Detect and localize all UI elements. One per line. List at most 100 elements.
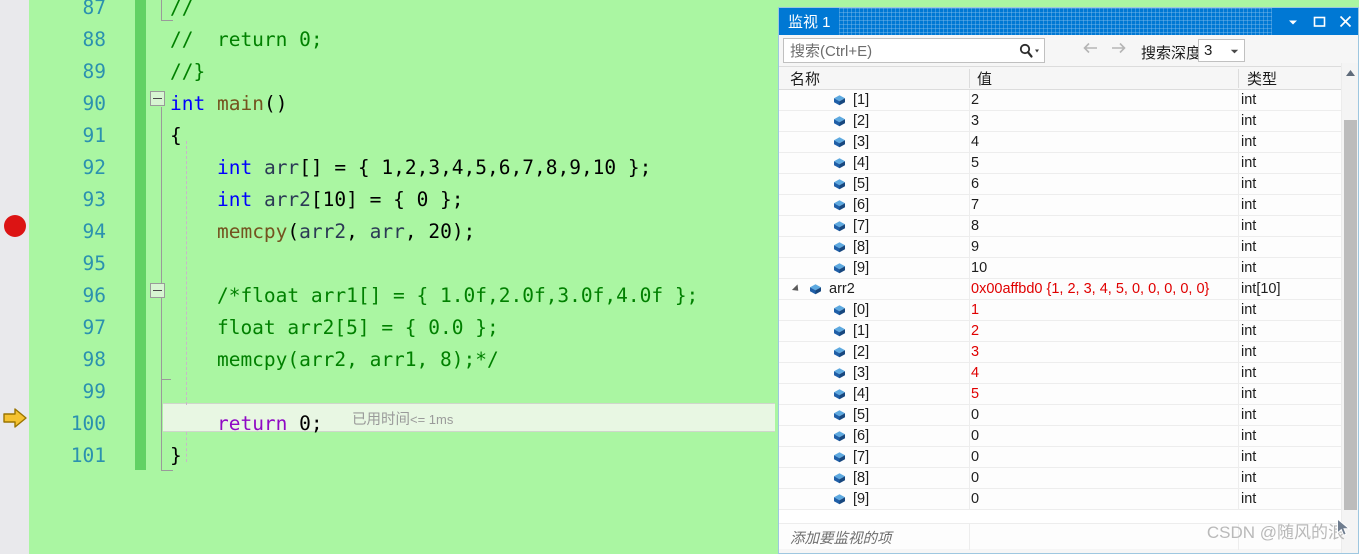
fold-toggle-main[interactable]	[150, 91, 165, 106]
watch-row-value[interactable]: 5	[971, 153, 979, 173]
watch-row-value[interactable]: 7	[971, 195, 979, 215]
watch-row-value[interactable]: 4	[971, 363, 979, 383]
code-text[interactable]: float arr2[5] = { 0.0 };	[170, 312, 499, 344]
watch-name-label: [1]	[853, 323, 870, 339]
watch-window[interactable]: 监视 1 搜索(Ctrl+E) 搜索深度: 3 名称 值 类型 [1] 2 in…	[778, 7, 1359, 554]
watch-row[interactable]: [7] 0 int	[779, 447, 1358, 468]
add-watch-row[interactable]: 添加要监视的项	[779, 523, 1358, 550]
line-number: 96	[82, 284, 106, 307]
column-divider	[969, 321, 970, 342]
line-number: 91	[82, 124, 106, 147]
watch-row-value[interactable]: 3	[971, 342, 979, 362]
watch-row[interactable]: [9] 10 int	[779, 258, 1358, 279]
watch-row-value[interactable]: 10	[971, 258, 987, 278]
watch-row[interactable]: [7] 8 int	[779, 216, 1358, 237]
watch-row[interactable]: [3] 4 int	[779, 132, 1358, 153]
maximize-icon[interactable]	[1306, 8, 1332, 35]
watch-row-value[interactable]: 4	[971, 132, 979, 152]
watch-row-type: int	[1241, 92, 1257, 108]
line-number: 94	[82, 220, 106, 243]
column-header-value[interactable]: 值	[977, 67, 992, 90]
watch-row[interactable]: [2] 3 int	[779, 111, 1358, 132]
line-number: 93	[82, 188, 106, 211]
code-text[interactable]: //}	[170, 56, 205, 88]
watch-row[interactable]: [9] 0 int	[779, 489, 1358, 510]
search-icon[interactable]	[1018, 43, 1040, 59]
expander-collapse-icon[interactable]	[791, 284, 802, 294]
column-divider	[969, 300, 970, 321]
code-text[interactable]: return 0;	[170, 408, 323, 440]
watch-row-value[interactable]: 0	[971, 405, 979, 425]
search-depth-select[interactable]: 3	[1198, 39, 1245, 62]
watch-row[interactable]: [1] 2 int	[779, 90, 1358, 111]
watch-row-value[interactable]: 3	[971, 111, 979, 131]
code-text[interactable]: {	[170, 120, 182, 152]
watch-row-value[interactable]: 2	[971, 321, 979, 341]
watch-row-type: int	[1241, 155, 1257, 171]
column-divider[interactable]	[1238, 69, 1239, 88]
watch-row[interactable]: [4] 5 int	[779, 384, 1358, 405]
watch-row[interactable]: [2] 3 int	[779, 342, 1358, 363]
scrollbar-thumb[interactable]	[1344, 120, 1357, 510]
column-divider	[969, 426, 970, 447]
code-text[interactable]: int main()	[170, 88, 287, 120]
close-icon[interactable]	[1332, 8, 1358, 35]
watch-row-type: int	[1241, 323, 1257, 339]
column-header-name[interactable]: 名称	[790, 67, 820, 90]
watch-row-value[interactable]: 0	[971, 447, 979, 467]
code-text[interactable]: //	[170, 0, 193, 24]
column-divider	[1238, 447, 1239, 468]
watch-row-type: int	[1241, 218, 1257, 234]
code-text[interactable]: /*float arr1[] = { 1.0f,2.0f,3.0f,4.0f }…	[170, 280, 698, 312]
watch-row-value[interactable]: 0	[971, 426, 979, 446]
watch-name-label: [2]	[853, 113, 870, 129]
fold-toggle-comment[interactable]	[150, 283, 165, 298]
watch-row[interactable]: [5] 6 int	[779, 174, 1358, 195]
watch-row[interactable]: [1] 2 int	[779, 321, 1358, 342]
add-watch-placeholder: 添加要监视的项	[790, 531, 892, 547]
watch-row[interactable]: arr2 0x00affbd0 {1, 2, 3, 4, 5, 0, 0, 0, …	[779, 279, 1358, 300]
watch-row[interactable]: [3] 4 int	[779, 363, 1358, 384]
watch-row-value[interactable]: 0x00affbd0 {1, 2, 3, 4, 5, 0, 0, 0, 0, 0…	[971, 279, 1209, 299]
line-number: 90	[82, 92, 106, 115]
watch-row-value[interactable]: 8	[971, 216, 979, 236]
search-next-icon[interactable]	[1110, 40, 1127, 60]
watch-scrollbar[interactable]	[1341, 63, 1358, 553]
scroll-up-icon[interactable]	[1342, 64, 1358, 81]
watch-row-value[interactable]: 6	[971, 174, 979, 194]
watch-row[interactable]: [8] 0 int	[779, 468, 1358, 489]
watch-row-value[interactable]: 5	[971, 384, 979, 404]
code-text[interactable]: int arr[] = { 1,2,3,4,5,6,7,8,9,10 };	[170, 152, 651, 184]
watch-row[interactable]: [0] 1 int	[779, 300, 1358, 321]
watch-row-value[interactable]: 2	[971, 90, 979, 110]
watch-row[interactable]: [6] 7 int	[779, 195, 1358, 216]
watch-row-value[interactable]: 0	[971, 468, 979, 488]
watch-row[interactable]: [4] 5 int	[779, 153, 1358, 174]
chevron-down-icon[interactable]	[1280, 8, 1306, 35]
code-text[interactable]: }	[170, 440, 182, 472]
watch-row[interactable]: [5] 0 int	[779, 405, 1358, 426]
column-divider[interactable]	[969, 69, 970, 88]
column-header-type[interactable]: 类型	[1247, 67, 1277, 90]
watch-row-type: int	[1241, 134, 1257, 150]
line-number: 92	[82, 156, 106, 179]
code-text[interactable]: memcpy(arr2, arr, 20);	[170, 216, 475, 248]
watch-row-value[interactable]: 1	[971, 300, 979, 320]
watch-row-value[interactable]: 9	[971, 237, 979, 257]
search-input[interactable]: 搜索(Ctrl+E)	[783, 38, 1045, 63]
watch-variable-list[interactable]: [1] 2 int [2] 3 int [3] 4 int [4] 5 int [5] 6 int [6] 7 i…	[779, 90, 1358, 523]
watch-row[interactable]: [6] 0 int	[779, 426, 1358, 447]
code-text[interactable]: memcpy(arr2, arr1, 8);*/	[170, 344, 499, 376]
watch-row[interactable]: [8] 9 int	[779, 237, 1358, 258]
screen: 87//88// return 0; 89//} 90 int main() 91{92…	[0, 0, 1359, 554]
search-prev-icon[interactable]	[1082, 40, 1099, 60]
watch-title-bar[interactable]: 监视 1	[779, 8, 1358, 35]
chevron-down-icon[interactable]	[1230, 42, 1239, 60]
column-divider	[969, 237, 970, 258]
indent-guide-dashed	[186, 141, 187, 405]
watch-row-type: int	[1241, 365, 1257, 381]
code-text[interactable]: int arr2[10] = { 0 };	[170, 184, 464, 216]
watch-toolbar[interactable]: 搜索(Ctrl+E) 搜索深度: 3	[779, 35, 1358, 66]
code-text[interactable]: // return 0;	[170, 24, 323, 56]
watch-row-value[interactable]: 0	[971, 489, 979, 509]
